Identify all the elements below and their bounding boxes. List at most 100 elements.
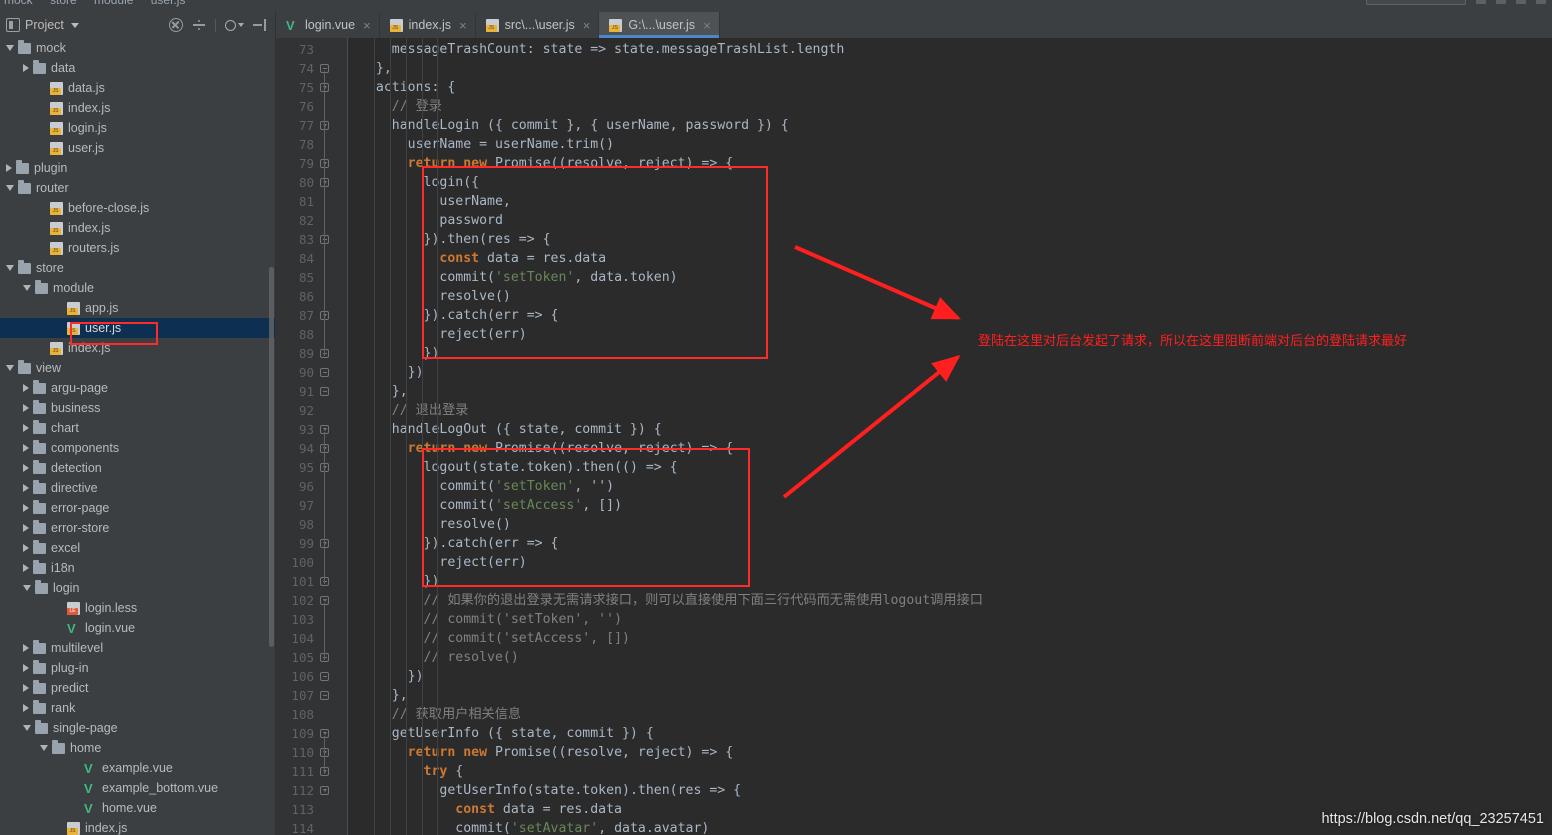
code-line[interactable]: getUserInfo(state.token).then(res => { [439, 781, 741, 800]
code-line[interactable]: handleLogin ({ commit }, { userName, pas… [392, 116, 789, 135]
editor-tab-src-----user-js[interactable]: src\...\user.js × [476, 12, 600, 38]
code-line[interactable]: // 获取用户相关信息 [392, 705, 521, 724]
chevron-down-icon[interactable] [23, 285, 31, 291]
tree-item-index-js[interactable]: index.js [0, 98, 275, 118]
tree-item-argu-page[interactable]: argu-page [0, 378, 275, 398]
chevron-right-icon[interactable] [23, 504, 29, 512]
code-line[interactable]: // 登录 [392, 97, 442, 116]
code-line[interactable]: }).then(res => { [424, 230, 551, 249]
code-line[interactable]: // 如果你的退出登录无需请求接口，则可以直接使用下面三行代码而无需使用logo… [424, 591, 983, 610]
tree-item-i18n[interactable]: i18n [0, 558, 275, 578]
chevron-right-icon[interactable] [23, 644, 29, 652]
tree-item-home-vue[interactable]: home.vue [0, 798, 275, 818]
breadcrumb-item-1[interactable]: store [50, 0, 77, 7]
tree-item-app-js[interactable]: app.js [0, 298, 275, 318]
code-content[interactable]: messageTrashCount: state => state.messag… [348, 38, 1552, 835]
tree-item-module[interactable]: module [0, 278, 275, 298]
toolbar-icon-4[interactable] [1536, 0, 1546, 4]
code-line[interactable]: reject(err) [439, 325, 526, 344]
close-icon[interactable]: × [583, 19, 591, 32]
tree-item-plug-in[interactable]: plug-in [0, 658, 275, 678]
tree-item-index-js[interactable]: index.js [0, 818, 275, 835]
editor-tab-bar[interactable]: login.vue×index.js×src\...\user.js×G:\..… [276, 12, 1552, 38]
code-line[interactable]: getUserInfo ({ state, commit }) { [392, 724, 654, 743]
code-line[interactable]: // 退出登录 [392, 401, 469, 420]
code-line[interactable]: userName, [439, 192, 510, 211]
chevron-down-icon[interactable] [70, 22, 79, 28]
chevron-down-icon[interactable] [238, 23, 244, 27]
code-line[interactable]: reject(err) [439, 553, 526, 572]
editor-tab-index-js[interactable]: index.js × [380, 12, 476, 38]
code-line[interactable]: password [439, 211, 503, 230]
chevron-right-icon[interactable] [23, 564, 29, 572]
breadcrumb-item-2[interactable]: module [94, 0, 133, 7]
chevron-right-icon[interactable] [23, 664, 29, 672]
search-field[interactable] [1366, 0, 1466, 5]
hide-panel-icon[interactable] [253, 18, 267, 32]
editor-gutter[interactable]: 73 74 75 76 77 78 79 80 81 82 83 84 85 86 87 88 89 90 91 92… [276, 38, 348, 835]
tree-item-user-js[interactable]: user.js [0, 318, 275, 338]
tree-item-mock[interactable]: mock [0, 38, 275, 58]
editor-tab-login-vue[interactable]: login.vue × [276, 12, 380, 38]
tree-item-login-js[interactable]: login.js [0, 118, 275, 138]
code-line[interactable]: // commit('setToken', '') [424, 610, 623, 629]
chevron-right-icon[interactable] [23, 384, 29, 392]
gear-icon[interactable] [225, 20, 236, 31]
code-line[interactable]: login({ [424, 173, 480, 192]
code-line[interactable]: }).catch(err => { [424, 534, 559, 553]
tree-item-error-page[interactable]: error-page [0, 498, 275, 518]
code-line[interactable]: handleLogOut ({ state, commit }) { [392, 420, 662, 439]
toolbar-icon-3[interactable] [1516, 0, 1526, 4]
tree-item-data-js[interactable]: data.js [0, 78, 275, 98]
code-line[interactable]: commit('setToken', data.token) [439, 268, 677, 287]
tree-item-routers-js[interactable]: routers.js [0, 238, 275, 258]
tree-item-example-vue[interactable]: example.vue [0, 758, 275, 778]
code-editor[interactable]: 73 74 75 76 77 78 79 80 81 82 83 84 85 86 87 88 89 90 91 92… [276, 38, 1552, 835]
code-fold-toggle[interactable] [320, 387, 329, 396]
chevron-down-icon[interactable] [6, 185, 14, 191]
tree-item-chart[interactable]: chart [0, 418, 275, 438]
code-fold-toggle[interactable] [320, 672, 329, 681]
divide-icon[interactable] [192, 18, 206, 32]
chevron-down-icon[interactable] [6, 265, 14, 271]
tree-item-index-js[interactable]: index.js [0, 218, 275, 238]
code-line[interactable]: const data = res.data [439, 249, 606, 268]
code-line[interactable]: }).catch(err => { [424, 306, 559, 325]
tree-item-login-vue[interactable]: login.vue [0, 618, 275, 638]
tree-item-components[interactable]: components [0, 438, 275, 458]
chevron-down-icon[interactable] [6, 365, 14, 371]
code-line[interactable]: // commit('setAccess', []) [424, 629, 630, 648]
breadcrumb-item-0[interactable]: mock [4, 0, 33, 7]
toolbar-icon-1[interactable] [1476, 0, 1486, 4]
tree-item-data[interactable]: data [0, 58, 275, 78]
tree-scrollbar[interactable] [269, 267, 274, 647]
chevron-down-icon[interactable] [23, 585, 31, 591]
chevron-right-icon[interactable] [23, 684, 29, 692]
tree-item-single-page[interactable]: single-page [0, 718, 275, 738]
code-fold-toggle[interactable] [320, 368, 329, 377]
code-line[interactable]: const data = res.data [455, 800, 622, 819]
tree-item-directive[interactable]: directive [0, 478, 275, 498]
chevron-right-icon[interactable] [23, 484, 29, 492]
code-line[interactable]: logout(state.token).then(() => { [424, 458, 678, 477]
tree-item-excel[interactable]: excel [0, 538, 275, 558]
tree-item-multilevel[interactable]: multilevel [0, 638, 275, 658]
tree-item-example_bottom-vue[interactable]: example_bottom.vue [0, 778, 275, 798]
project-file-tree[interactable]: mockdatadata.jsindex.jslogin.jsuser.jspl… [0, 38, 275, 835]
code-line[interactable]: commit('setToken', '') [439, 477, 614, 496]
tree-item-predict[interactable]: predict [0, 678, 275, 698]
editor-tab-g------user-js[interactable]: G:\...\user.js × [599, 12, 720, 38]
chevron-right-icon[interactable] [23, 64, 29, 72]
code-line[interactable]: messageTrashCount: state => state.messag… [392, 40, 845, 59]
tree-item-business[interactable]: business [0, 398, 275, 418]
code-line[interactable]: return new Promise((resolve, reject) => … [408, 439, 734, 458]
toolbar-icon-2[interactable] [1496, 0, 1506, 4]
code-line[interactable]: commit('setAccess', []) [439, 496, 622, 515]
tree-item-login[interactable]: login [0, 578, 275, 598]
tree-item-plugin[interactable]: plugin [0, 158, 275, 178]
tree-item-router[interactable]: router [0, 178, 275, 198]
tree-item-detection[interactable]: detection [0, 458, 275, 478]
chevron-right-icon[interactable] [23, 544, 29, 552]
code-line[interactable]: commit('setAvatar', data.avatar) [455, 819, 709, 835]
chevron-right-icon[interactable] [23, 424, 29, 432]
